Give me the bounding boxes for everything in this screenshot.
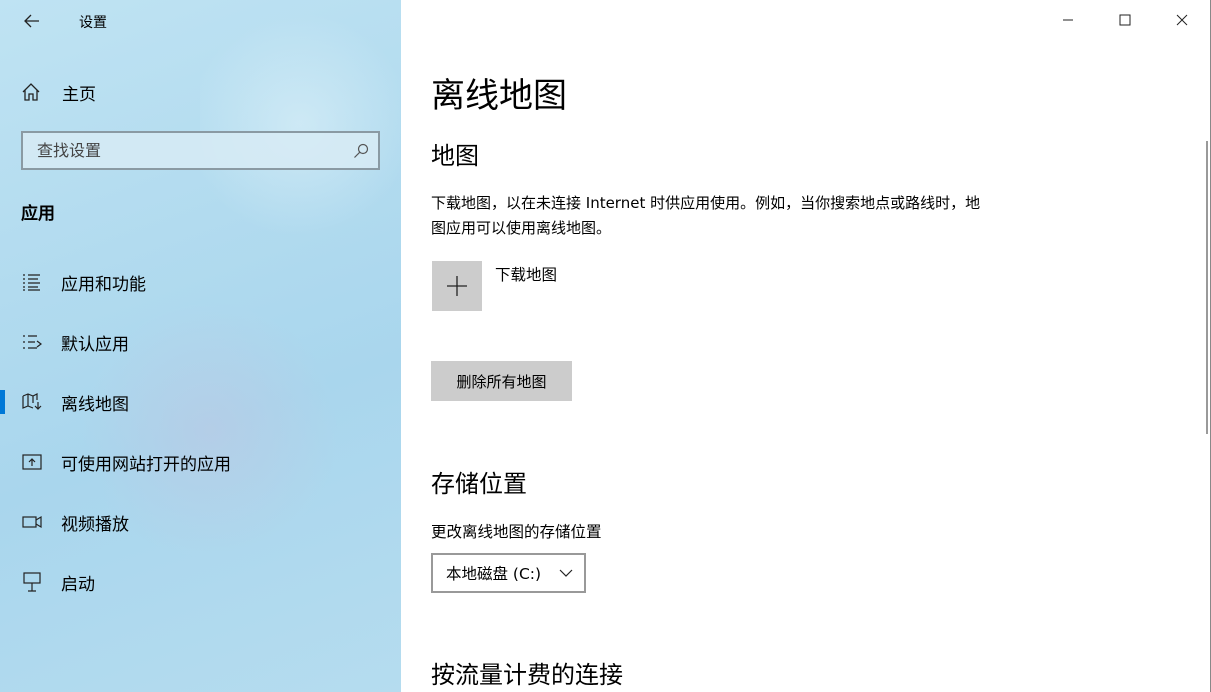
metered-connections-heading: 按流量计费的连接: [431, 661, 623, 689]
back-arrow-icon: [24, 14, 39, 28]
default-apps-icon: [21, 333, 43, 351]
delete-all-maps-button[interactable]: 删除所有地图: [431, 361, 572, 401]
close-icon: [1176, 14, 1187, 26]
search-icon[interactable]: [344, 143, 378, 159]
sidebar-nav: 应用和功能 默认应用 离线地图 可使用网站打开的应用 视频播放 启动: [0, 252, 401, 612]
offline-maps-icon: [21, 393, 43, 411]
scrollbar[interactable]: [1206, 141, 1208, 434]
sidebar-item-label: 启动: [61, 574, 95, 595]
download-maps-button[interactable]: [432, 261, 482, 311]
minimize-icon: [1062, 19, 1073, 21]
sidebar-item-label: 默认应用: [61, 334, 129, 355]
search-box: [21, 131, 380, 170]
apps-features-icon: [21, 273, 43, 291]
sidebar-item-label: 视频播放: [61, 514, 129, 535]
close-button[interactable]: [1153, 0, 1210, 40]
storage-location-select[interactable]: 本地磁盘 (C:): [431, 553, 586, 593]
sidebar-item-offline-maps[interactable]: 离线地图: [0, 372, 401, 432]
maximize-button[interactable]: [1096, 0, 1153, 40]
storage-location-value: 本地磁盘 (C:): [446, 565, 542, 583]
back-button[interactable]: [14, 6, 50, 36]
sidebar-item-label: 可使用网站打开的应用: [61, 454, 231, 475]
maximize-icon: [1119, 14, 1130, 26]
startup-icon: [21, 572, 43, 592]
maps-description: 下载地图，以在未连接 Internet 时供应用使用。例如，当你搜索地点或路线时…: [431, 194, 981, 237]
download-maps-label[interactable]: 下载地图: [495, 263, 557, 285]
storage-heading: 存储位置: [431, 470, 527, 498]
minimize-button[interactable]: [1039, 0, 1096, 40]
sidebar-item-label: 离线地图: [61, 394, 129, 415]
sidebar-item-apps-features[interactable]: 应用和功能: [0, 252, 401, 312]
window-controls: [1039, 0, 1210, 40]
video-playback-icon: [21, 515, 43, 529]
main-content: 离线地图 地图 下载地图，以在未连接 Internet 时供应用使用。例如，当你…: [401, 0, 1211, 692]
storage-location-label: 更改离线地图的存储位置: [431, 523, 602, 541]
home-icon: [21, 82, 43, 102]
sidebar-item-startup[interactable]: 启动: [0, 552, 401, 612]
search-input[interactable]: [23, 133, 344, 168]
chevron-down-icon: [559, 569, 573, 577]
sidebar-item-home[interactable]: 主页: [0, 72, 401, 112]
sidebar: 设置 主页 应用 应用和功能: [0, 0, 401, 692]
sidebar-item-default-apps[interactable]: 默认应用: [0, 312, 401, 372]
page-title: 离线地图: [431, 76, 567, 116]
sidebar-item-apps-for-websites[interactable]: 可使用网站打开的应用: [0, 432, 401, 492]
plus-icon: [447, 276, 467, 296]
apps-for-websites-icon: [21, 453, 43, 471]
window-title: 设置: [79, 15, 107, 31]
maps-heading: 地图: [431, 142, 479, 170]
sidebar-item-video-playback[interactable]: 视频播放: [0, 492, 401, 552]
sidebar-item-label: 应用和功能: [61, 274, 146, 295]
home-label: 主页: [62, 84, 96, 105]
section-label: 应用: [21, 204, 55, 224]
